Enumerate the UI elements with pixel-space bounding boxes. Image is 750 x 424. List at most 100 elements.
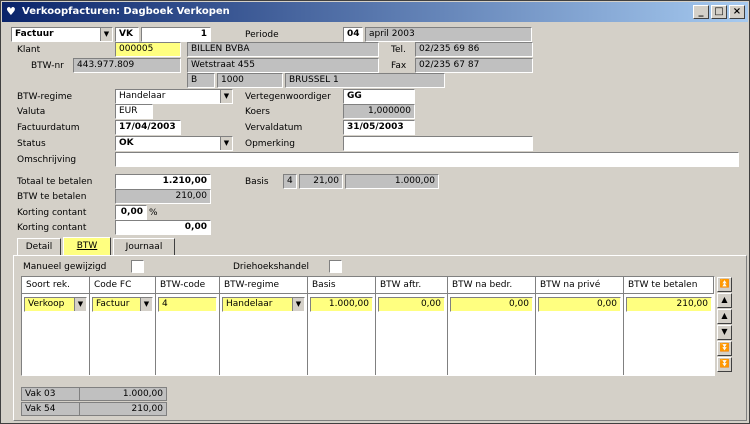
totaal-label: Totaal te betalen	[17, 177, 93, 187]
row-btw-regime-value: Handelaar	[226, 299, 273, 309]
number-field[interactable]: 1	[141, 27, 211, 42]
btwnr-label: BTW-nr	[31, 61, 64, 71]
vertegenwoordiger-field[interactable]: GG	[343, 89, 415, 104]
btw-te-betalen-field: 210,00	[115, 189, 211, 204]
btw-regime-select[interactable]: Handelaar ▼	[115, 89, 233, 104]
factuurdatum-label: Factuurdatum	[17, 123, 80, 133]
omschrijving-field[interactable]	[115, 152, 739, 167]
pct-sign: %	[149, 208, 158, 218]
app-logo-icon: ♥	[6, 5, 16, 18]
tab-detail[interactable]: Detail	[17, 238, 61, 256]
btw-regime-label: BTW-regime	[17, 92, 73, 102]
basis-amount-field: 1.000,00	[345, 174, 439, 189]
tel-field: 02/235 69 86	[415, 42, 533, 57]
vak-label: Vak 54	[25, 404, 56, 414]
klant-code-field[interactable]: 000005	[115, 42, 181, 57]
btwnr-field: 443.977.809	[73, 58, 181, 73]
row-btw-aftr-field[interactable]: 0,00	[378, 297, 445, 312]
chevron-down-icon[interactable]: ▼	[220, 90, 232, 103]
tel-label: Tel.	[391, 45, 406, 55]
title-bar[interactable]: ♥ Verkoopfacturen: Dagboek Verkopen _ □ …	[2, 2, 748, 22]
col-header-basis[interactable]: Basis	[308, 277, 376, 294]
status-value: OK	[119, 138, 134, 148]
row-soort-select[interactable]: Verkoop ▼	[24, 297, 87, 312]
btw-te-betalen-label: BTW te betalen	[17, 192, 87, 202]
valuta-label: Valuta	[17, 107, 46, 117]
city-field: BRUSSEL 1	[285, 73, 445, 88]
move-up-icon[interactable]: ▲	[717, 309, 732, 324]
opmerking-label: Opmerking	[245, 139, 295, 149]
tab-btw[interactable]: BTW	[63, 237, 111, 256]
driehoek-label: Driehoekshandel	[233, 262, 309, 272]
klant-label: Klant	[17, 45, 41, 55]
window-title: Verkoopfacturen: Dagboek Verkopen	[22, 6, 230, 17]
grid-line	[375, 294, 376, 375]
row-btw-code-field[interactable]: 4	[158, 297, 217, 312]
btw-grid: Soort rek. Code FC BTW-code BTW-regime B…	[21, 276, 715, 376]
basis-label: Basis	[245, 177, 269, 187]
grid-line	[535, 294, 536, 375]
move-last-icon[interactable]: ⏬	[717, 357, 732, 372]
manueel-label: Manueel gewijzigd	[23, 262, 107, 272]
page-up-icon[interactable]: ▲	[717, 293, 732, 308]
basis-rate-field: 21,00	[299, 174, 343, 189]
minimize-button[interactable]: _	[693, 5, 709, 19]
status-label: Status	[17, 139, 46, 149]
korting-amount-label: Korting contant	[17, 223, 87, 233]
col-header-btw-na-prive[interactable]: BTW na privé	[536, 277, 624, 294]
row-code-fc-select[interactable]: Factuur ▼	[92, 297, 153, 312]
koers-field: 1,000000	[343, 104, 415, 119]
factuurdatum-field[interactable]: 17/04/2003	[115, 120, 181, 135]
maximize-button[interactable]: □	[711, 5, 727, 19]
row-btw-regime-select[interactable]: Handelaar ▼	[222, 297, 305, 312]
col-header-btw-aftr[interactable]: BTW aftr.	[376, 277, 448, 294]
klant-name-field: BILLEN BVBA	[187, 42, 379, 57]
move-first-icon[interactable]: ⏫	[717, 277, 732, 292]
move-down-icon[interactable]: ▼	[717, 325, 732, 340]
grid-line	[623, 294, 624, 375]
valuta-field[interactable]: EUR	[115, 104, 153, 119]
totaal-field: 1.210,00	[115, 174, 211, 189]
vak-label: Vak 03	[25, 389, 56, 399]
driehoek-checkbox[interactable]	[329, 260, 342, 273]
page-down-icon[interactable]: ⏬	[717, 341, 732, 356]
manueel-checkbox[interactable]	[131, 260, 144, 273]
col-header-btw-te-betalen[interactable]: BTW te betalen	[624, 277, 714, 294]
col-header-code-fc[interactable]: Code FC	[90, 277, 156, 294]
vervaldatum-label: Vervaldatum	[245, 123, 303, 133]
vervaldatum-field[interactable]: 31/05/2003	[343, 120, 415, 135]
chevron-down-icon[interactable]: ▼	[100, 28, 112, 41]
row-soort-value: Verkoop	[28, 299, 65, 309]
col-header-btw-na-bedr[interactable]: BTW na bedr.	[448, 277, 536, 294]
row-btw-te-betalen-field[interactable]: 210,00	[626, 297, 712, 312]
periode-nr-field[interactable]: 04	[343, 27, 363, 42]
chevron-down-icon[interactable]: ▼	[140, 298, 152, 311]
status-select[interactable]: OK ▼	[115, 136, 233, 151]
grid-line	[89, 294, 90, 375]
col-header-btw-regime[interactable]: BTW-regime	[220, 277, 308, 294]
omschrijving-label: Omschrijving	[17, 155, 77, 165]
chevron-down-icon[interactable]: ▼	[220, 137, 232, 150]
journal-field[interactable]: VK	[115, 27, 139, 42]
row-btw-na-bedr-field[interactable]: 0,00	[450, 297, 533, 312]
basis-code-field: 4	[283, 174, 297, 189]
row-code-fc-value: Factuur	[96, 299, 130, 309]
row-basis-field[interactable]: 1.000,00	[310, 297, 373, 312]
tab-journaal[interactable]: Journaal	[113, 238, 175, 256]
periode-label: Periode	[245, 30, 279, 40]
koers-label: Koers	[245, 107, 270, 117]
doc-type-value: Factuur	[15, 29, 54, 39]
chevron-down-icon[interactable]: ▼	[74, 298, 86, 311]
col-header-btw-code[interactable]: BTW-code	[156, 277, 220, 294]
row-btw-na-prive-field[interactable]: 0,00	[538, 297, 621, 312]
vak-row: Vak 03 1.000,00	[21, 387, 167, 401]
chevron-down-icon[interactable]: ▼	[292, 298, 304, 311]
korting-pct-field[interactable]: 0,00	[115, 205, 147, 220]
vak-row: Vak 54 210,00	[21, 402, 167, 416]
close-button[interactable]: ×	[729, 5, 745, 19]
doc-type-select[interactable]: Factuur ▼	[11, 27, 113, 42]
col-header-soort[interactable]: Soort rek.	[22, 277, 90, 294]
opmerking-field[interactable]	[343, 136, 533, 151]
korting-amount-field[interactable]: 0,00	[115, 220, 211, 235]
korting-pct-label: Korting contant	[17, 208, 87, 218]
